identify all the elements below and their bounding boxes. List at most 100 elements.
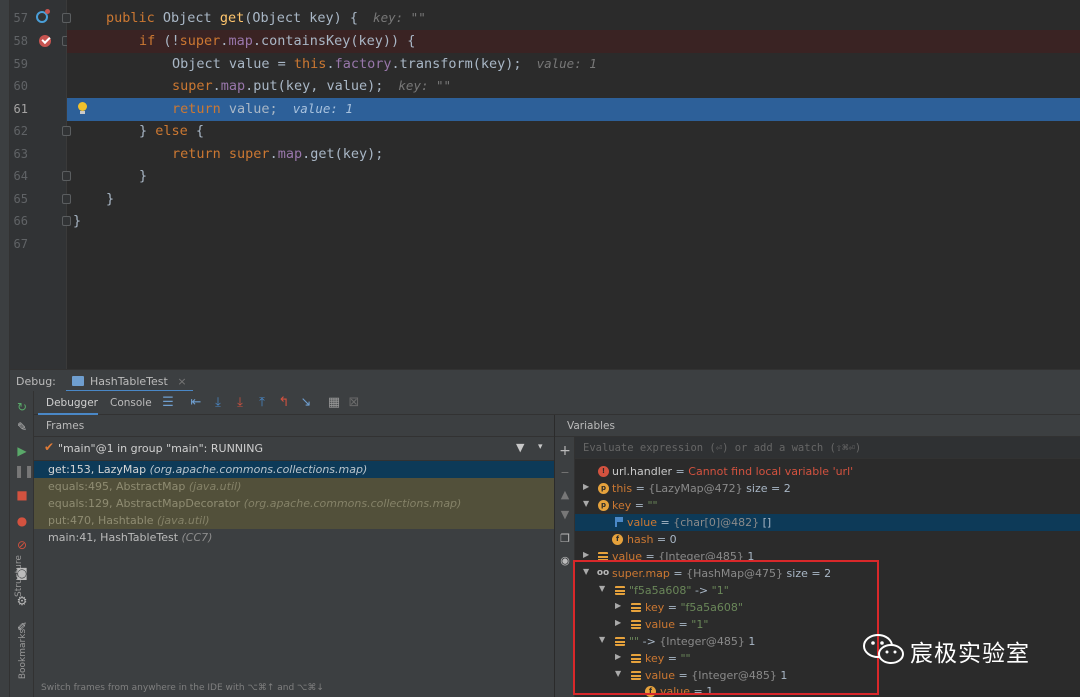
gutter-line-59[interactable]: 59 — [10, 53, 67, 76]
gutter-line-62[interactable]: 62 — [10, 120, 71, 143]
code-line-59[interactable]: Object value = this.factory.transform(ke… — [67, 53, 1080, 76]
gutter-line-58[interactable]: 58 — [10, 30, 71, 53]
variable-separator: = — [653, 533, 670, 546]
eye-icon[interactable]: ◉ — [559, 555, 571, 567]
code-token: if — [139, 33, 156, 49]
variable-name: hash — [627, 533, 654, 546]
run-config-icon — [72, 376, 84, 386]
pause-icon[interactable]: ❚❚ — [14, 463, 34, 479]
gutter-line-57[interactable]: 57 — [10, 7, 71, 30]
thread-selector[interactable]: ✔ "main"@1 in group "main": RUNNING ▼ ▾ — [34, 437, 554, 461]
code-line-58[interactable]: if (!super.map.containsKey(key)) { — [67, 30, 1080, 53]
gutter-line-64[interactable]: 64 — [10, 165, 71, 188]
code-token: Object — [154, 10, 220, 26]
frame-package: (java.util) — [157, 514, 210, 527]
gear-icon[interactable]: ⚙ — [14, 593, 30, 609]
debug-label: Debug: — [16, 375, 56, 388]
move-up-icon[interactable]: ▲ — [559, 489, 571, 501]
code-line-62[interactable]: } else { — [67, 120, 1080, 143]
gutter-line-66[interactable]: 66 — [10, 210, 71, 233]
rerun-icon[interactable]: ↻ — [14, 399, 30, 415]
remove-watch-icon[interactable]: − — [559, 467, 571, 479]
gutter-line-65[interactable]: 65 — [10, 188, 71, 211]
variable-row[interactable]: ! url.handler = Cannot find local variab… — [575, 463, 1080, 480]
variable-row[interactable]: f hash = 0 — [575, 531, 1080, 548]
step-into-icon[interactable]: ⤓ — [232, 395, 248, 411]
variable-row-selected[interactable]: value = {char[0]@482} [] — [575, 514, 1080, 531]
filter-icon[interactable]: ▼ — [516, 441, 524, 454]
code-line-63[interactable]: return super.map.get(key); — [67, 143, 1080, 166]
variable-row[interactable]: ▼ p key = "" — [575, 497, 1080, 514]
close-tab-icon[interactable]: × — [177, 375, 186, 388]
trace-icon[interactable]: ⊠ — [346, 395, 362, 411]
variable-separator: = — [657, 516, 674, 529]
code-token: map — [228, 33, 253, 49]
variable-extra: size = 2 — [742, 482, 791, 495]
code-line-66[interactable]: } — [67, 210, 1080, 233]
stop-icon[interactable]: ■ — [14, 487, 30, 503]
code-line-61-execution-point[interactable]: return value; value: 1 — [67, 98, 1080, 121]
settings-wrench-icon[interactable]: ✎ — [14, 419, 30, 435]
code-editor[interactable]: 57 58 59 60 61 62 63 64 65 66 67 public … — [10, 0, 1080, 369]
lightbulb-icon[interactable] — [77, 102, 88, 116]
editor-gutter[interactable]: 57 58 59 60 61 62 63 64 65 66 67 — [10, 0, 71, 369]
stack-frame[interactable]: get:153, LazyMap (org.apache.commons.col… — [34, 461, 554, 478]
mute-breakpoints-icon[interactable]: ⊘ — [14, 537, 30, 553]
line-number: 64 — [13, 169, 28, 183]
variable-row[interactable]: ▶ p this = {LazyMap@472} size = 2 — [575, 480, 1080, 497]
frames-hint: Switch frames from anywhere in the IDE w… — [41, 683, 324, 693]
parameter-icon: p — [598, 483, 609, 494]
gutter-line-60[interactable]: 60 — [10, 75, 67, 98]
gutter-line-61[interactable]: 61 — [10, 98, 67, 121]
line-number: 58 — [13, 34, 28, 48]
stack-frame[interactable]: put:470, Hashtable (java.util) — [34, 512, 554, 529]
chevron-right-icon[interactable]: ▶ — [583, 550, 589, 559]
chevron-down-icon[interactable]: ▾ — [538, 442, 543, 452]
gutter-line-67[interactable]: 67 — [10, 233, 67, 256]
stack-frame[interactable]: equals:495, AbstractMap (java.util) — [34, 478, 554, 495]
copy-icon[interactable]: ❐ — [559, 533, 571, 545]
code-line-64[interactable]: } — [67, 165, 1080, 188]
stack-frame[interactable]: equals:129, AbstractMapDecorator (org.ap… — [34, 495, 554, 512]
evaluate-expression-icon[interactable]: ▦ — [326, 395, 342, 411]
code-line-57[interactable]: public Object get(Object key) { key: "" — [67, 7, 1080, 30]
run-to-cursor-icon[interactable]: ↘ — [298, 395, 314, 411]
bookmarks-side-tab[interactable]: Bookmarks — [18, 629, 28, 679]
move-down-icon[interactable]: ▼ — [559, 509, 571, 521]
tab-debugger[interactable]: Debugger — [46, 397, 98, 409]
drop-frame-icon[interactable]: ↰ — [276, 395, 292, 411]
frame-package: (java.util) — [188, 480, 242, 493]
resume-icon[interactable]: ▶ — [14, 443, 30, 459]
code-token: return — [172, 146, 221, 162]
layout-icon[interactable]: ☰ — [160, 395, 176, 411]
code-line-67[interactable] — [67, 233, 1080, 256]
add-watch-icon[interactable]: + — [559, 444, 571, 458]
code-token: value; — [220, 101, 278, 117]
step-over-icon[interactable]: ⤓ — [210, 395, 226, 411]
view-breakpoints-icon[interactable]: ● — [14, 513, 30, 529]
show-execution-point-icon[interactable]: ⇤ — [188, 395, 204, 411]
stack-frame[interactable]: main:41, HashTableTest (CC7) — [34, 529, 554, 546]
variable-value: "" — [647, 499, 658, 512]
code-line-65[interactable]: } — [67, 188, 1080, 211]
tab-console[interactable]: Console — [110, 397, 152, 409]
breakpoint-icon[interactable] — [39, 35, 51, 47]
method-breakpoint-icon[interactable] — [36, 9, 50, 23]
code-token: } — [106, 191, 115, 207]
tab-label: HashTableTest — [90, 375, 168, 388]
line-number: 67 — [13, 237, 28, 251]
line-number: 59 — [13, 57, 28, 71]
chevron-right-icon[interactable]: ▶ — [583, 482, 589, 491]
chevron-down-icon[interactable]: ▼ — [583, 499, 589, 508]
line-number: 63 — [13, 147, 28, 161]
tab-hashtabletest[interactable]: HashTableTest × — [66, 370, 193, 392]
step-out-icon[interactable]: ⤒ — [254, 395, 270, 411]
variable-value: 0 — [669, 533, 677, 546]
gutter-line-63[interactable]: 63 — [10, 143, 67, 166]
variable-separator: = — [672, 465, 689, 478]
camera-icon[interactable]: ◙ — [14, 565, 30, 581]
debug-tool-window-header: Debug: HashTableTest × — [10, 369, 1080, 392]
code-line-60[interactable]: super.map.put(key, value); key: "" — [67, 75, 1080, 98]
variable-name: this — [612, 482, 633, 495]
evaluate-expression-input[interactable]: Evaluate expression (⏎) or add a watch (… — [575, 437, 1080, 459]
